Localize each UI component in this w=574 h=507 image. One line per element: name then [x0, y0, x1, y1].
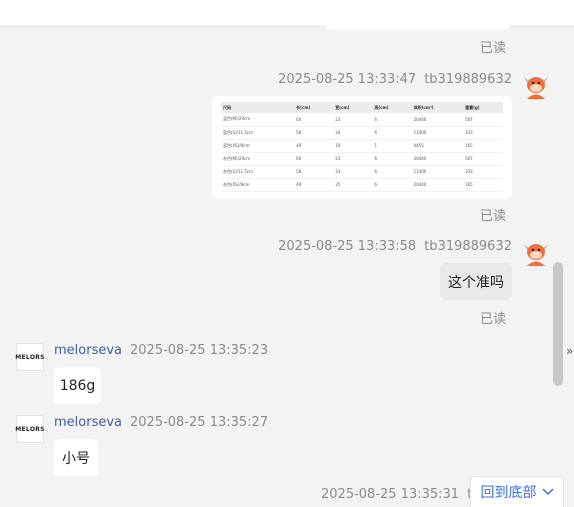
- sender-name[interactable]: melorseva: [54, 415, 122, 430]
- table-row: 蓝色(M)/29cm 60 23 6 20440 507: [221, 113, 503, 127]
- table-cell: 蓝色(M)/29cm: [221, 113, 295, 127]
- message-time: 2025-08-25 13:33:58: [278, 239, 417, 254]
- table-row: 蓝色(XS)/9cm 49 19 1 4455 165: [221, 139, 503, 153]
- table-cell: 165: [463, 178, 503, 192]
- size-chart-image[interactable]: 尺码 长(cm) 宽(cm) 高(cm) 体积(cm³) 重量(g) 蓝色(M)…: [212, 96, 512, 199]
- message-meta: melorseva 2025-08-25 13:35:23: [54, 343, 268, 358]
- table-cell: 6: [372, 178, 412, 192]
- table-cell: 56: [294, 165, 334, 179]
- table-cell: 333: [463, 126, 503, 140]
- message-time: 2025-08-25 13:33:47: [278, 72, 417, 87]
- table-cell: 20440: [411, 178, 464, 192]
- user-avatar-icon[interactable]: [521, 71, 551, 101]
- table-header: 尺码: [221, 102, 295, 113]
- table-cell: 35: [333, 178, 373, 192]
- read-status: 已读: [480, 312, 507, 327]
- table-cell: 333: [463, 165, 503, 179]
- table-cell: 6: [372, 165, 412, 179]
- table-row: 灰色(M)/29cm 60 23 6 20440 507: [221, 152, 503, 166]
- message-user[interactable]: tb319889632: [424, 72, 512, 87]
- table-cell: 507: [463, 113, 503, 127]
- table-header: 高(cm): [372, 102, 412, 113]
- table-cell: 灰色(XS)/9cm: [221, 178, 295, 192]
- scrollbar-thumb[interactable]: [553, 262, 563, 386]
- table-cell: 6: [372, 113, 412, 127]
- table-cell: 蓝色(S)/11.5cm: [221, 126, 295, 140]
- table-cell: 20440: [411, 113, 464, 127]
- table-cell: 6: [372, 152, 412, 166]
- table-row: 灰色(XS)/9cm 49 35 6 20440 165: [221, 178, 503, 192]
- message-user[interactable]: tb319889632: [424, 239, 512, 254]
- table-cell: 蓝色(XS)/9cm: [221, 139, 295, 153]
- shop-logo[interactable]: MELORS: [15, 415, 44, 443]
- table-cell: 灰色(S)/11.5cm: [221, 165, 295, 179]
- message-bubble[interactable]: 小号: [54, 439, 98, 476]
- table-cell: 507: [463, 152, 503, 166]
- shop-logo[interactable]: MELORS: [15, 343, 44, 371]
- table-header: 长(cm): [294, 102, 334, 113]
- table-cell: 23: [333, 152, 373, 166]
- sender-name[interactable]: melorseva: [54, 343, 122, 358]
- size-table: 尺码 长(cm) 宽(cm) 高(cm) 体积(cm³) 重量(g) 蓝色(M)…: [221, 102, 503, 192]
- message-bubble[interactable]: 这个准吗: [440, 263, 512, 300]
- table-cell: 165: [463, 139, 503, 153]
- message-time: 2025-08-25 13:35:31: [321, 487, 460, 502]
- table-cell: 49: [294, 139, 334, 153]
- read-status: 已读: [480, 209, 507, 224]
- table-cell: 1: [372, 139, 412, 153]
- table-cell: 60: [294, 152, 334, 166]
- table-cell: 灰色(M)/29cm: [221, 152, 295, 166]
- back-to-bottom-button[interactable]: 回到底部: [470, 476, 564, 507]
- table-row: 蓝色(S)/11.5cm 56 34 6 11400 333: [221, 126, 503, 140]
- table-cell: 56: [294, 126, 334, 140]
- chevron-down-icon: [541, 488, 554, 496]
- table-cell: 20440: [411, 152, 464, 166]
- table-cell: 34: [333, 126, 373, 140]
- read-status: 已读: [480, 41, 507, 56]
- message-time: 2025-08-25 13:35:27: [130, 415, 269, 430]
- table-cell: 33: [333, 165, 373, 179]
- table-cell: 11400: [411, 126, 464, 140]
- table-row: 灰色(S)/11.5cm 56 33 6 11400 333: [221, 165, 503, 179]
- table-cell: 4455: [411, 139, 464, 153]
- message-time: 2025-08-25 13:35:23: [130, 343, 269, 358]
- table-cell: 19: [333, 139, 373, 153]
- message-meta: melorseva 2025-08-25 13:35:27: [54, 415, 268, 430]
- table-header: 体积(cm³): [411, 102, 464, 113]
- previous-bubble: [325, 0, 510, 30]
- table-cell: 49: [294, 178, 334, 192]
- table-cell: 23: [333, 113, 373, 127]
- message-bubble[interactable]: 186g: [54, 367, 101, 404]
- previous-message-strip: [0, 0, 574, 30]
- message-meta: 2025-08-25 13:33:58 tb319889632: [278, 239, 512, 254]
- user-avatar-icon[interactable]: [521, 238, 551, 268]
- back-to-bottom-label: 回到底部: [480, 485, 537, 501]
- table-cell: 60: [294, 113, 334, 127]
- double-chevron-right-icon[interactable]: »: [566, 344, 573, 358]
- table-header: 宽(cm): [333, 102, 373, 113]
- table-cell: 6: [372, 126, 412, 140]
- message-meta: 2025-08-25 13:33:47 tb319889632: [278, 72, 512, 87]
- table-header: 重量(g): [463, 102, 503, 113]
- table-cell: 11400: [411, 165, 464, 179]
